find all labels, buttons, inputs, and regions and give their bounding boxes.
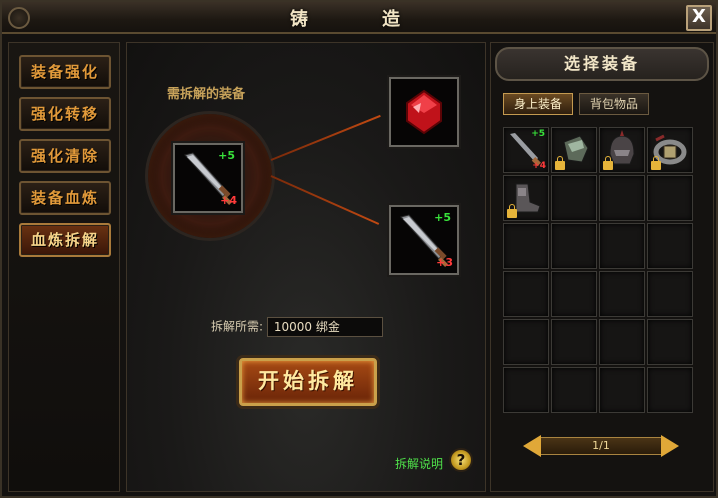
blood-level: +4 [532,161,546,171]
grid-cell[interactable]: +5 +4 [503,127,549,173]
grid-cell[interactable] [551,271,597,317]
link-line-gem [270,114,381,161]
grid-cell[interactable] [599,175,645,221]
grid-cell[interactable] [647,127,693,173]
lock-icon [651,156,661,170]
tab-backpack[interactable]: 背包物品 [579,93,649,115]
menu-item-clear[interactable]: 强化清除 [19,139,111,173]
grid-cell[interactable] [599,319,645,365]
equipment-select-panel: 选择装备 身上装备 背包物品 +5 +4 1/1 [490,42,714,492]
result-gem-slot[interactable] [389,77,459,147]
grid-cell[interactable] [503,367,549,413]
cost-label: 拆解所需: [211,319,264,334]
grid-cell[interactable] [551,175,597,221]
grid-cell[interactable] [647,223,693,269]
select-title: 选择装备 [495,47,709,81]
help-icon[interactable]: ? [449,448,473,472]
grid-cell[interactable] [647,271,693,317]
grid-cell[interactable] [647,319,693,365]
enhance-level: +5 [434,211,451,224]
enhance-level: +5 [531,129,545,139]
grid-cell[interactable] [647,367,693,413]
close-button[interactable]: X [686,5,712,31]
start-dismantle-button[interactable]: 开始拆解 [239,358,377,406]
dismantle-help-link[interactable]: 拆解说明 [395,455,443,472]
grid-cell[interactable] [599,223,645,269]
lock-icon [555,156,565,170]
grid-cell[interactable] [503,223,549,269]
cost-row: 拆解所需: 10000 绑金 [211,317,383,337]
red-gem-icon [406,89,442,135]
prev-page-arrow-icon[interactable] [523,435,541,457]
grid-cell[interactable] [551,223,597,269]
blood-level: +3 [436,256,453,269]
grid-cell[interactable] [503,175,549,221]
title-bar: 铸 造 X [2,2,716,34]
cost-value: 10000 绑金 [266,317,383,337]
link-line-item [270,175,380,225]
source-item-slot[interactable]: +5 +4 [173,143,243,213]
grid-cell[interactable] [551,127,597,173]
grid-cell[interactable] [551,319,597,365]
blood-level: +4 [220,194,237,207]
grid-cell[interactable] [503,319,549,365]
menu-item-transfer[interactable]: 强化转移 [19,97,111,131]
lock-icon [603,156,613,170]
lock-icon [507,204,517,218]
source-label: 需拆解的装备 [167,87,246,102]
menu-item-blood-refine[interactable]: 装备血炼 [19,181,111,215]
dismantle-panel: 需拆解的装备 +5 +4 +5 +3 拆解所需: 10000 绑金 开始拆解 拆… [126,42,486,492]
menu-item-blood-dismantle[interactable]: 血炼拆解 [19,223,111,257]
window-title: 铸 造 [290,9,428,30]
menu-item-enhance[interactable]: 装备强化 [19,55,111,89]
grid-cell[interactable] [599,367,645,413]
grid-cell[interactable] [647,175,693,221]
enhance-level: +5 [218,149,235,162]
grid-cell[interactable] [551,367,597,413]
grid-cell[interactable] [503,271,549,317]
page-indicator: 1/1 [541,437,661,455]
grid-cell[interactable] [599,127,645,173]
forge-menu: 装备强化 强化转移 强化清除 装备血炼 血炼拆解 [8,42,120,492]
next-page-arrow-icon[interactable] [661,435,679,457]
forge-window: 铸 造 X 装备强化 强化转移 强化清除 装备血炼 血炼拆解 需拆解的装备 +5… [0,0,718,498]
pager: 1/1 [523,433,679,457]
equipment-grid: +5 +4 [501,127,697,417]
result-item-slot[interactable]: +5 +3 [389,205,459,275]
tab-equipped[interactable]: 身上装备 [503,93,573,115]
grid-cell[interactable] [599,271,645,317]
